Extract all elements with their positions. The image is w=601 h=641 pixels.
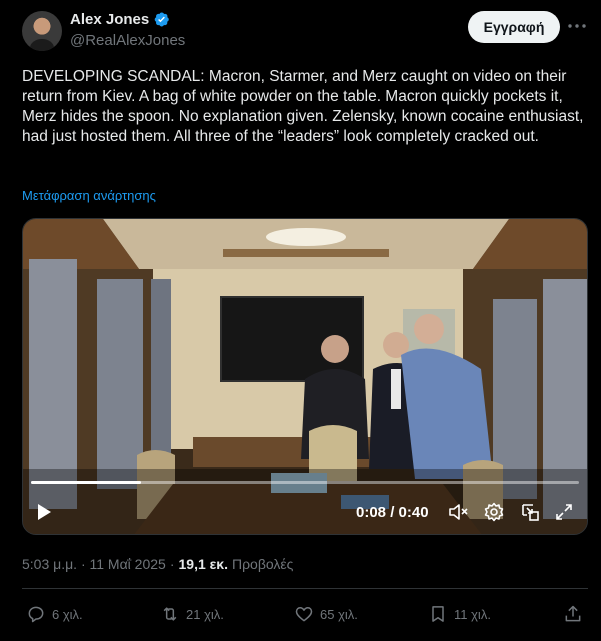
translate-post-link[interactable]: Μετάφραση ανάρτησης	[22, 188, 156, 203]
bookmark-button[interactable]: 11 χιλ.	[428, 604, 491, 624]
play-icon	[38, 504, 51, 520]
like-button[interactable]: 65 χιλ.	[294, 604, 358, 624]
divider	[22, 588, 588, 589]
more-button[interactable]	[566, 16, 588, 36]
play-button[interactable]	[33, 501, 55, 523]
fullscreen-button[interactable]	[553, 501, 575, 523]
video-frame	[23, 219, 587, 534]
repost-button[interactable]: 21 χιλ.	[160, 604, 224, 624]
pip-icon	[522, 504, 539, 521]
author-handle[interactable]: @RealAlexJones	[70, 32, 185, 49]
post-timestamp[interactable]: 5:03 μ.μ. · 11 Μαΐ 2025	[22, 556, 166, 572]
author-display-name[interactable]: Alex Jones	[70, 11, 149, 28]
share-button[interactable]	[563, 604, 583, 624]
settings-button[interactable]	[483, 501, 505, 523]
video-progress-bar[interactable]	[31, 481, 579, 484]
verified-badge-icon	[154, 12, 169, 27]
pip-button[interactable]	[519, 501, 541, 523]
repost-count: 21 χιλ.	[186, 606, 224, 622]
fullscreen-icon	[556, 504, 572, 520]
author-name-row: Alex Jones	[70, 11, 170, 28]
views-count: 19,1 εκ.	[178, 556, 228, 572]
repost-icon	[163, 607, 177, 621]
reply-icon	[28, 606, 44, 623]
video-progress-fill	[31, 481, 141, 484]
video-player[interactable]: 0:08 / 0:40	[22, 218, 588, 535]
share-icon	[565, 605, 581, 622]
post-text: DEVELOPING SCANDAL: Macron, Starmer, and…	[22, 68, 584, 145]
avatar[interactable]	[22, 11, 62, 51]
views-label: Προβολές	[231, 556, 294, 572]
reply-button[interactable]: 6 χιλ.	[26, 604, 83, 624]
post-card: Alex Jones @RealAlexJones Εγγραφή DEVELO…	[0, 0, 601, 641]
mute-button[interactable]	[447, 501, 469, 523]
reply-count: 6 χιλ.	[52, 606, 83, 622]
more-icon	[568, 24, 586, 28]
like-count: 65 χιλ.	[320, 606, 358, 622]
bookmark-count: 11 χιλ.	[454, 606, 491, 622]
mute-icon	[449, 504, 468, 520]
bookmark-icon	[432, 606, 444, 622]
meta-separator: ·	[169, 556, 175, 572]
video-time-display: 0:08 / 0:40	[356, 504, 429, 521]
post-meta: 5:03 μ.μ. · 11 Μαΐ 2025 · 19,1 εκ. Προβο…	[22, 556, 293, 572]
settings-icon	[484, 502, 504, 522]
heart-icon	[295, 607, 313, 622]
subscribe-button[interactable]: Εγγραφή	[468, 11, 560, 43]
